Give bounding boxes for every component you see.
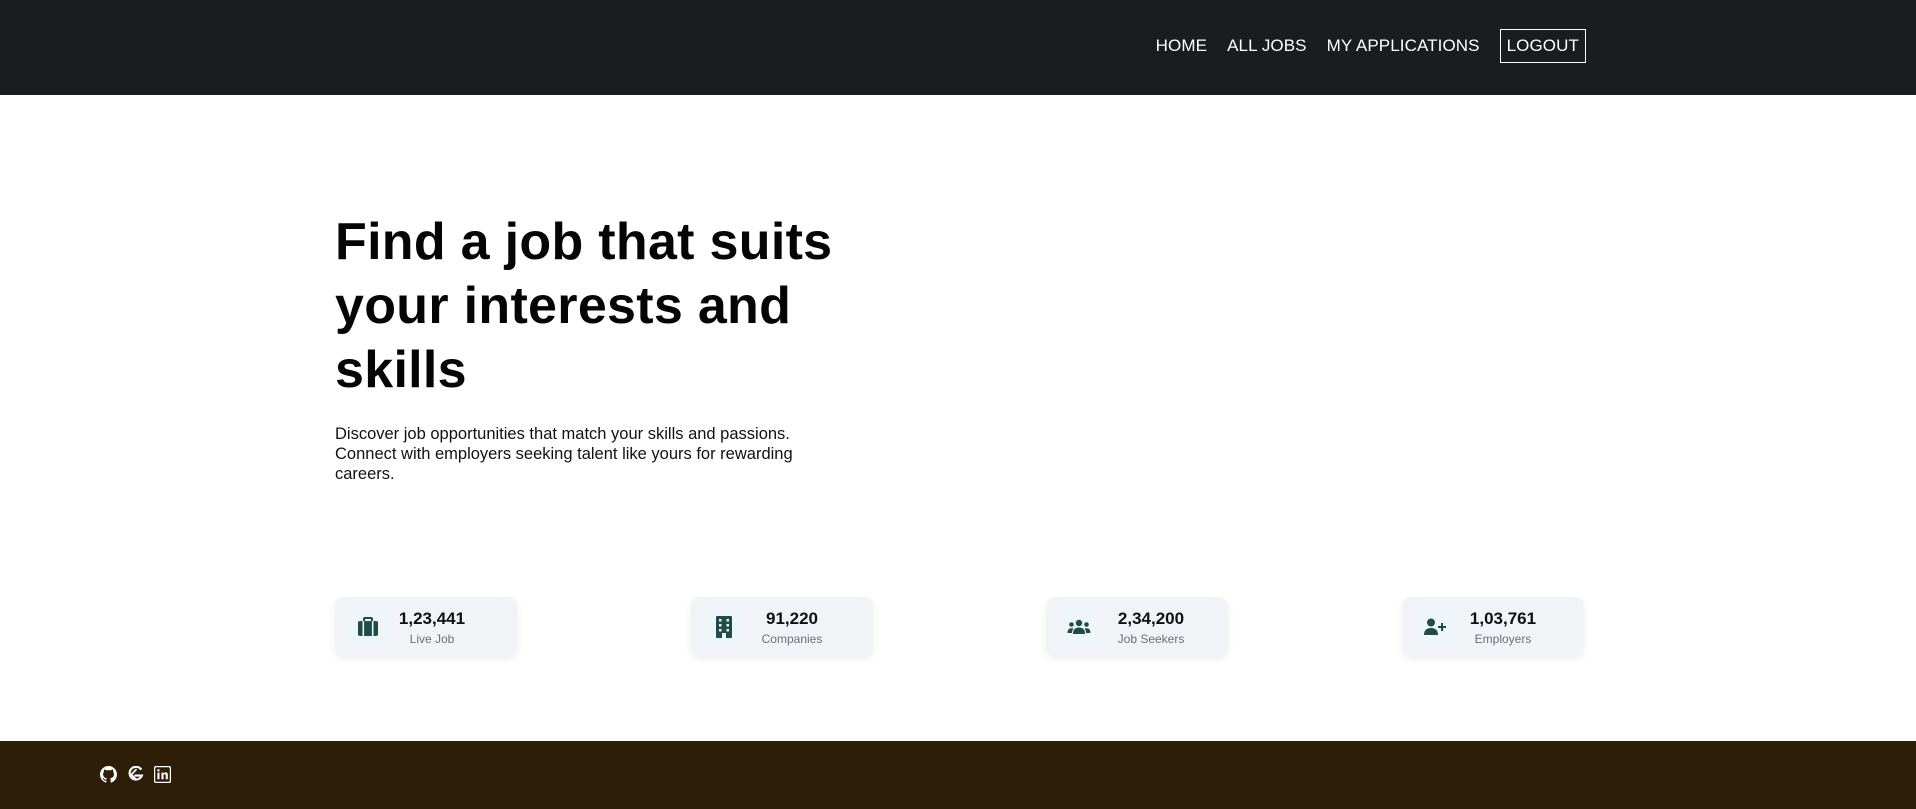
stat-card-job-seekers: 2,34,200 Job Seekers [1046, 597, 1228, 656]
nav-home-link[interactable]: HOME [1156, 29, 1207, 63]
stat-value: 1,03,761 [1469, 609, 1537, 628]
users-icon [1060, 608, 1098, 646]
github-icon[interactable] [100, 766, 117, 783]
linkedin-icon[interactable] [154, 766, 171, 783]
stat-label: Employers [1474, 632, 1532, 646]
stat-card-companies: 91,220 Companies [691, 597, 873, 656]
stat-value: 91,220 [766, 609, 818, 628]
geeksforgeeks-icon[interactable] [127, 766, 144, 783]
footer [0, 741, 1916, 809]
hero-title-line-2: your interests and [335, 277, 792, 335]
nav-links: HOME ALL JOBS MY APPLICATIONS LOGOUT [1136, 29, 1586, 63]
stat-value: 2,34,200 [1117, 609, 1185, 628]
stats-row: 1,23,441 Live Job 91,220 Companies 2,34,… [335, 597, 1585, 657]
stat-value: 1,23,441 [398, 609, 466, 628]
stat-label: Live Job [409, 632, 455, 646]
stat-card-employers: 1,03,761 Employers [1402, 597, 1584, 656]
navbar: HOME ALL JOBS MY APPLICATIONS LOGOUT [0, 0, 1916, 95]
nav-all-jobs-link[interactable]: ALL JOBS [1227, 29, 1307, 63]
hero-title: Find a job that suits your interests and… [335, 210, 855, 402]
building-icon [705, 608, 743, 646]
stat-label: Job Seekers [1117, 632, 1185, 646]
stat-card-live-job: 1,23,441 Live Job [335, 597, 517, 656]
briefcase-icon [349, 608, 387, 646]
hero-description: Discover job opportunities that match yo… [335, 425, 793, 483]
hero-title-line-3: skills [335, 341, 467, 399]
hero-section: Find a job that suits your interests and… [335, 210, 855, 484]
footer-social-icons [100, 766, 171, 783]
stat-label: Companies [761, 632, 823, 646]
hero-title-line-1: Find a job that suits [335, 213, 833, 271]
user-plus-icon [1416, 608, 1454, 646]
nav-my-applications-link[interactable]: MY APPLICATIONS [1327, 29, 1480, 63]
logout-button[interactable]: LOGOUT [1499, 29, 1586, 63]
